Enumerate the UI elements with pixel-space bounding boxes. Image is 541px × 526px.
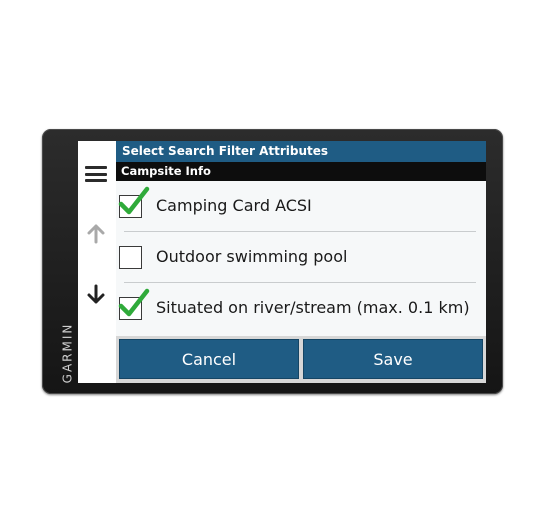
option-label: Camping Card ACSI <box>156 196 312 215</box>
checkbox-camping-card-acsi[interactable] <box>118 186 150 218</box>
divider <box>124 282 476 283</box>
checkbox-outdoor-swimming-pool[interactable] <box>119 246 142 269</box>
option-label: Outdoor swimming pool <box>156 247 348 266</box>
list-item-outdoor-swimming-pool[interactable]: Outdoor swimming pool <box>116 232 486 282</box>
button-bar: Cancel Save <box>116 336 486 383</box>
option-label: Situated on river/stream (max. 0.1 km) <box>156 298 470 317</box>
main-content: Select Search Filter Attributes Campsite… <box>116 141 486 383</box>
save-button[interactable]: Save <box>303 339 483 379</box>
sidebar <box>78 141 116 383</box>
checkmark-icon <box>118 288 150 317</box>
device-screen: Select Search Filter Attributes Campsite… <box>78 141 486 383</box>
attribute-list: Camping Card ACSI Outdoor swimming pool … <box>116 181 486 336</box>
hamburger-menu-icon[interactable] <box>85 166 107 182</box>
arrow-down-icon[interactable] <box>85 283 107 305</box>
cancel-button[interactable]: Cancel <box>119 339 299 379</box>
checkmark-icon <box>118 186 150 215</box>
divider <box>124 231 476 232</box>
checkbox-situated-on-river[interactable] <box>118 288 150 320</box>
page-title: Select Search Filter Attributes <box>116 141 486 162</box>
list-item-camping-card-acsi[interactable]: Camping Card ACSI <box>116 181 486 231</box>
section-subtitle: Campsite Info <box>116 162 486 181</box>
list-item-situated-on-river[interactable]: Situated on river/stream (max. 0.1 km) <box>116 283 486 333</box>
arrow-up-icon[interactable] <box>85 223 107 245</box>
